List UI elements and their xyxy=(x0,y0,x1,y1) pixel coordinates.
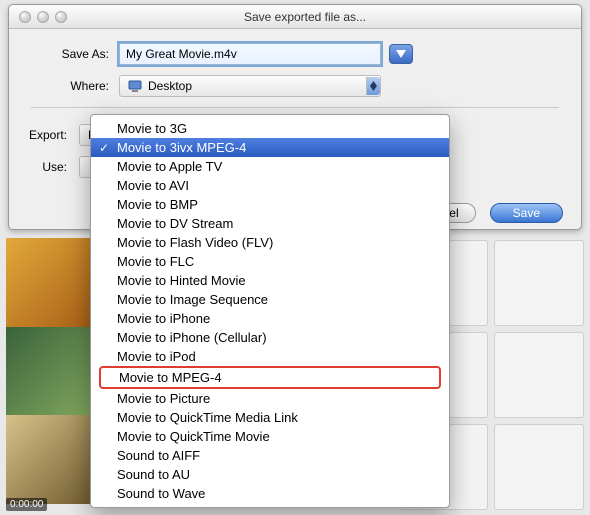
timecode-badge: 0:00:00 xyxy=(6,498,47,511)
where-value: Desktop xyxy=(148,79,366,93)
export-label: Export: xyxy=(23,128,71,142)
desktop-icon xyxy=(128,79,142,93)
saveas-input[interactable] xyxy=(119,43,381,65)
close-icon[interactable] xyxy=(19,11,31,23)
titlebar: Save exported file as... xyxy=(9,5,581,29)
export-menu-item[interactable]: Movie to Image Sequence xyxy=(91,290,449,309)
export-menu-item[interactable]: Movie to iPhone (Cellular) xyxy=(91,328,449,347)
where-label: Where: xyxy=(31,79,119,93)
export-menu-item[interactable]: Movie to Picture xyxy=(91,389,449,408)
updown-icon xyxy=(366,77,380,95)
thumbnail-cell[interactable] xyxy=(494,240,584,326)
save-button[interactable]: Save xyxy=(490,203,563,223)
export-menu-item[interactable]: Sound to AU xyxy=(91,465,449,484)
divider xyxy=(31,107,559,108)
export-menu-item[interactable]: Movie to MPEG-4 xyxy=(99,366,441,389)
export-menu-item[interactable]: Movie to FLC xyxy=(91,252,449,271)
expand-browser-button[interactable] xyxy=(389,44,413,64)
minimize-icon[interactable] xyxy=(37,11,49,23)
chevron-down-icon xyxy=(396,50,406,58)
saveas-label: Save As: xyxy=(31,47,119,61)
export-format-menu: Movie to 3GMovie to 3ivx MPEG-4Movie to … xyxy=(90,114,450,508)
export-menu-item[interactable]: Movie to AVI xyxy=(91,176,449,195)
export-menu-item[interactable]: Sound to AIFF xyxy=(91,446,449,465)
export-menu-item[interactable]: Movie to Flash Video (FLV) xyxy=(91,233,449,252)
thumbnail-cell[interactable] xyxy=(494,332,584,418)
export-menu-item[interactable]: Sound to Wave xyxy=(91,484,449,503)
export-menu-item[interactable]: Movie to Hinted Movie xyxy=(91,271,449,290)
background-video-thumbnail xyxy=(6,238,94,504)
export-menu-item[interactable]: Movie to 3ivx MPEG-4 xyxy=(91,138,449,157)
use-label: Use: xyxy=(23,160,71,174)
export-menu-item[interactable]: Movie to DV Stream xyxy=(91,214,449,233)
dialog-title: Save exported file as... xyxy=(67,10,581,24)
zoom-icon[interactable] xyxy=(55,11,67,23)
export-menu-item[interactable]: Movie to iPod xyxy=(91,347,449,366)
export-menu-item[interactable]: Movie to 3G xyxy=(91,119,449,138)
export-menu-item[interactable]: Movie to iPhone xyxy=(91,309,449,328)
export-menu-item[interactable]: Movie to QuickTime Media Link xyxy=(91,408,449,427)
export-menu-item[interactable]: Movie to QuickTime Movie xyxy=(91,427,449,446)
where-popup[interactable]: Desktop xyxy=(119,75,381,97)
export-menu-item[interactable]: Movie to Apple TV xyxy=(91,157,449,176)
thumbnail-cell[interactable] xyxy=(494,424,584,510)
export-menu-item[interactable]: Movie to BMP xyxy=(91,195,449,214)
